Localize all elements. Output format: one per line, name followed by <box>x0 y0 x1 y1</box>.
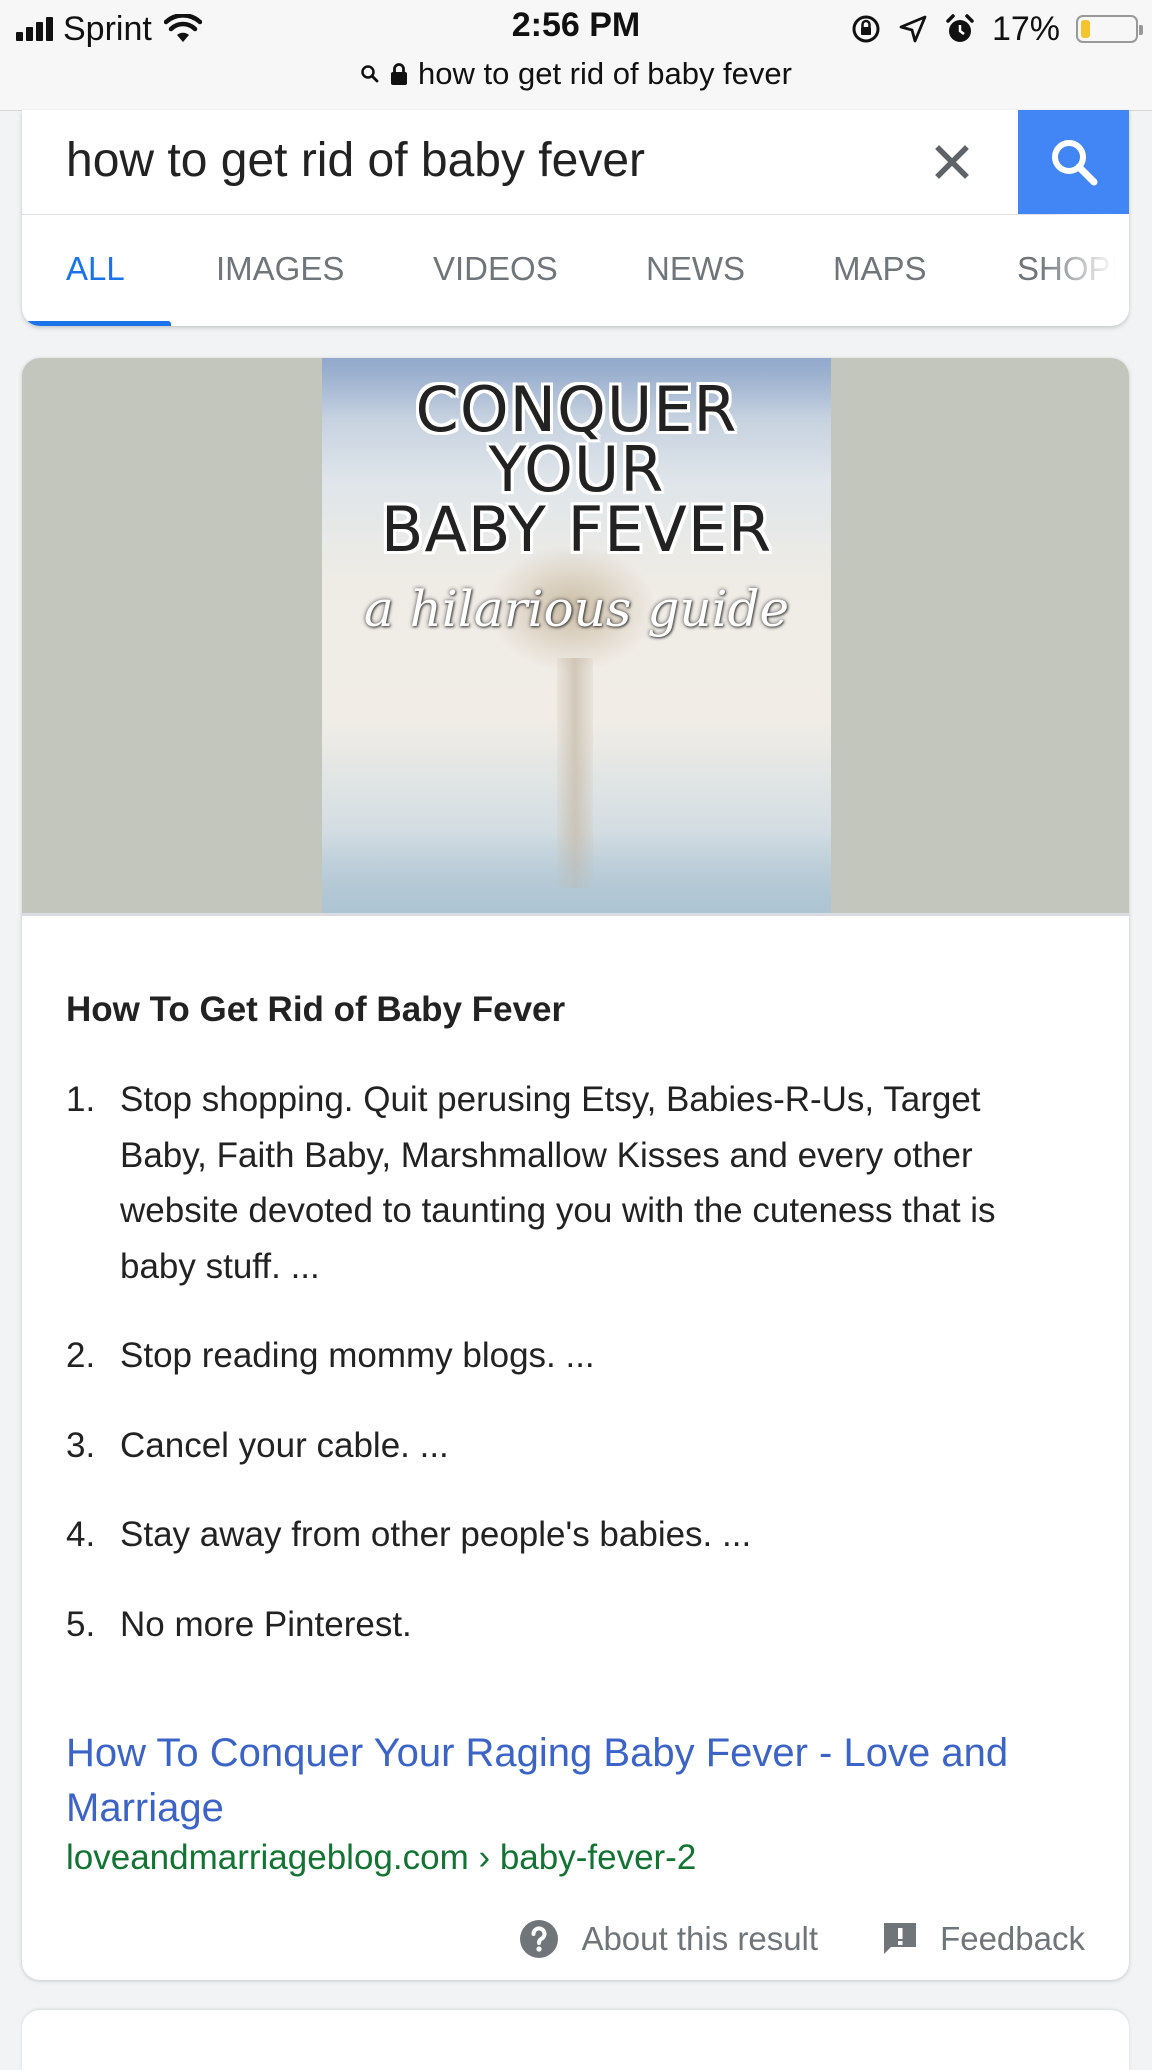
snippet-steps-list: 1. Stop shopping. Quit perusing Etsy, Bab… <box>66 1072 1076 1686</box>
step-number: 2. <box>66 1336 96 1375</box>
step-text: Stop reading mommy blogs. ... <box>120 1336 595 1375</box>
status-bar-right: 17% <box>850 8 1143 50</box>
alarm-icon <box>946 14 974 42</box>
search-icon <box>361 65 379 83</box>
tab-images[interactable]: IMAGES <box>216 250 344 288</box>
snippet-title: How To Get Rid of Baby Fever <box>66 990 566 1029</box>
search-icon <box>1051 140 1097 186</box>
url-text: how to get rid of baby fever <box>418 56 792 91</box>
search-row <box>22 110 1129 215</box>
next-result-card <box>22 2010 1129 2070</box>
list-item: 5. No more Pinterest. <box>66 1597 1076 1653</box>
step-text: Cancel your cable. ... <box>120 1425 449 1465</box>
book-cover-image[interactable]: CONQUER YOUR BABY FEVER a hilarious guid… <box>322 358 831 913</box>
about-this-result-label: About this result <box>581 1920 819 1957</box>
cover-title-line3: BABY FEVER <box>380 493 773 566</box>
step-number: 3. <box>66 1425 96 1465</box>
featured-snippet-card: CONQUER YOUR BABY FEVER a hilarious guid… <box>22 358 1129 1980</box>
rotation-lock-icon <box>852 15 880 43</box>
step-number: 5. <box>66 1604 96 1644</box>
list-item: 4. Stay away from other people's babies. … <box>66 1507 1076 1563</box>
search-input[interactable] <box>66 124 916 196</box>
feedback-flag-icon <box>884 1923 917 1954</box>
tab-videos[interactable]: VIDEOS <box>433 250 558 288</box>
clear-search-button[interactable] <box>922 132 982 192</box>
step-text: Stay away from other people's babies. ..… <box>120 1515 752 1554</box>
tab-all[interactable]: ALL <box>66 250 125 288</box>
feedback-label: Feedback <box>940 1920 1085 1957</box>
step-number: 4. <box>66 1515 96 1554</box>
search-card: ALL IMAGES VIDEOS NEWS MAPS SHOPP <box>22 110 1129 326</box>
about-this-result-button[interactable]: About this result <box>519 1919 818 1959</box>
battery-percent: 17% <box>991 9 1060 48</box>
help-circle-icon <box>520 1920 559 1958</box>
battery-level-fill <box>1081 20 1090 38</box>
tab-shopping[interactable]: SHOPP <box>1017 250 1129 288</box>
search-tabs: ALL IMAGES VIDEOS NEWS MAPS SHOPP <box>22 214 1129 326</box>
list-item: 2. Stop reading mommy blogs. ... <box>66 1328 1076 1384</box>
cover-subtitle: a hilarious guide <box>363 580 790 638</box>
active-tab-indicator <box>22 321 171 326</box>
result-title-link[interactable]: How To Conquer Your Raging Baby Fever - … <box>66 1726 1076 1836</box>
tab-news[interactable]: NEWS <box>646 250 745 288</box>
step-number: 1. <box>66 1080 96 1119</box>
feedback-button[interactable]: Feedback <box>882 1920 1085 1958</box>
tab-maps[interactable]: MAPS <box>833 250 927 288</box>
close-icon <box>935 145 969 179</box>
list-item: 1. Stop shopping. Quit perusing Etsy, Bab… <box>66 1072 1076 1294</box>
snippet-image-panel: CONQUER YOUR BABY FEVER a hilarious guid… <box>22 358 1129 916</box>
location-arrow-icon <box>899 15 927 43</box>
status-bar: Sprint 2:56 PM 17% how to get rid of bab… <box>0 0 1152 111</box>
battery-icon <box>1076 15 1143 43</box>
step-text: Stop shopping. Quit perusing Etsy, Babie… <box>120 1080 996 1286</box>
url-bar[interactable]: how to get rid of baby fever <box>0 52 1152 96</box>
cover-background-base <box>322 833 831 913</box>
result-cite-url[interactable]: loveandmarriageblog.com › baby-fever-2 <box>66 1838 696 1878</box>
lock-icon <box>391 63 408 85</box>
step-text: No more Pinterest. <box>120 1604 412 1644</box>
snippet-footer: About this result Feedback <box>519 1914 1085 1964</box>
list-item: 3. Cancel your cable. ... <box>66 1418 1076 1474</box>
search-submit-button[interactable] <box>1018 110 1129 214</box>
